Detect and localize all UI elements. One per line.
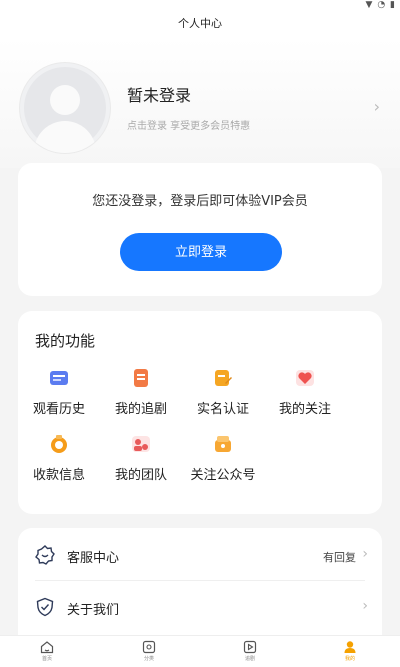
chevron-right-icon: › [362, 546, 368, 562]
profile-icon [344, 641, 356, 653]
tab-category[interactable]: 分类 [124, 640, 174, 662]
reply-status: 有回复 [323, 551, 356, 564]
customer-service-icon [35, 545, 55, 565]
features-title: 我的功能 [35, 332, 96, 350]
feature-label: 收款信息 [32, 468, 85, 483]
avatar[interactable] [20, 63, 110, 153]
login-button[interactable]: 立即登录 [120, 233, 282, 271]
feature-watch-history[interactable]: 观看历史 [18, 368, 100, 417]
chevron-right-icon: › [362, 598, 368, 614]
tab-label: 追剧 [244, 656, 255, 662]
login-hint: 点击登录 享受更多会员特惠 [127, 121, 251, 132]
tab-home[interactable]: 首页 [22, 640, 72, 662]
feature-follow-official-account[interactable]: 关注公众号 [182, 434, 264, 483]
shield-icon [35, 597, 55, 617]
chevron-right-icon[interactable]: › [374, 97, 380, 116]
feature-my-team[interactable]: 我的团队 [100, 434, 182, 483]
feature-label: 实名认证 [196, 402, 249, 417]
tab-label: 分类 [143, 656, 154, 662]
menu-item-label: 客服中心 [67, 551, 120, 566]
menu-item-customer-service[interactable]: 客服中心 有回复 › [18, 530, 382, 580]
payment-icon [49, 434, 69, 454]
team-icon [131, 434, 151, 454]
verify-icon [213, 368, 233, 388]
following-drama-icon [131, 368, 151, 388]
menu-card: 客服中心 有回复 › 关于我们 › [18, 528, 382, 638]
official-account-icon [213, 434, 233, 454]
page-title: 个人中心 [0, 14, 400, 38]
feature-real-name-verify[interactable]: 实名认证 [182, 368, 264, 417]
heart-icon [295, 368, 315, 388]
bottom-tab-bar: 首页 分类 追剧 我的 [0, 635, 400, 667]
profile-header[interactable]: 暂未登录 点击登录 享受更多会员特惠 › [0, 38, 400, 168]
feature-label: 我的关注 [278, 402, 331, 417]
feature-payment-info[interactable]: 收款信息 [18, 434, 100, 483]
feature-label: 观看历史 [32, 402, 85, 417]
features-card: 我的功能 观看历史 我的追剧 实名认证 我的关注 收款信息 我的团队 关注公众号 [18, 311, 382, 514]
tab-profile[interactable]: 我的 [325, 640, 375, 662]
feature-label: 我的追剧 [114, 402, 167, 417]
tab-drama[interactable]: 追剧 [225, 640, 275, 662]
feature-label: 关注公众号 [190, 468, 256, 483]
vip-card: 您还没登录，登录后即可体验VIP会员 立即登录 [18, 163, 382, 296]
history-icon [49, 368, 69, 388]
feature-following-drama[interactable]: 我的追剧 [100, 368, 182, 417]
category-icon [142, 640, 156, 654]
feature-my-following[interactable]: 我的关注 [264, 368, 346, 417]
tab-label: 首页 [41, 656, 52, 662]
feature-label: 我的团队 [114, 468, 167, 483]
play-icon [243, 640, 257, 654]
tab-label: 我的 [344, 656, 355, 662]
menu-item-label: 关于我们 [67, 603, 120, 618]
divider [35, 580, 365, 581]
login-status-title[interactable]: 暂未登录 [127, 82, 191, 106]
vip-prompt: 您还没登录，登录后即可体验VIP会员 [92, 194, 308, 209]
home-icon [40, 641, 54, 654]
menu-item-about-us[interactable]: 关于我们 › [18, 582, 382, 632]
status-bar: ▼ ◔ ▮ [0, 0, 400, 14]
status-icons: ▼ ◔ ▮ [365, 0, 396, 10]
